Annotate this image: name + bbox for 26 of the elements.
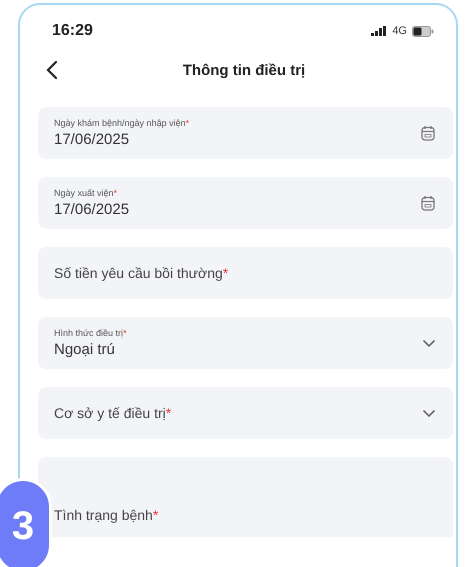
dropdown-field[interactable]: Cơ sở y tế điều trị* (38, 387, 453, 439)
field-label: Ngày xuất viện* (54, 188, 118, 198)
battery-icon (412, 26, 434, 36)
field-value: 17/06/2025 (54, 131, 130, 148)
field-label: Hình thức điều trị* (54, 328, 128, 338)
calendar-icon (421, 195, 435, 211)
field-label: Ngày khám bệnh/ngày nhập viện* (54, 118, 190, 128)
field-value: 17/06/2025 (54, 201, 130, 218)
input-field[interactable]: Số tiền yêu cầu bồi thường* (38, 247, 453, 299)
chevron-down-icon (423, 340, 435, 346)
field-placeholder: Tình trạng bệnh* (54, 507, 160, 523)
signal-icon (371, 26, 388, 36)
field-placeholder: Số tiền yêu cầu bồi thường* (54, 265, 230, 281)
field-value: Ngoại trú (54, 341, 116, 358)
date-field[interactable]: Ngày xuất viện* 17/06/2025 (38, 177, 453, 229)
field-placeholder: Cơ sở y tế điều trị* (54, 405, 172, 421)
chevron-down-icon (423, 410, 435, 416)
dropdown-field[interactable]: Hình thức điều trị* Ngoại trú (38, 317, 453, 369)
calendar-icon (421, 125, 435, 141)
screen-title: Thông tin điều trị (182, 62, 306, 78)
status-time: 16:29 (52, 22, 93, 40)
input-field[interactable]: Tình trạng bệnh* (38, 457, 453, 537)
date-field[interactable]: Ngày khám bệnh/ngày nhập viện* 17/06/2025 (38, 107, 453, 159)
network-label: 4G (392, 25, 407, 37)
step-badge: 3 (0, 478, 52, 567)
back-button[interactable] (46, 60, 58, 80)
